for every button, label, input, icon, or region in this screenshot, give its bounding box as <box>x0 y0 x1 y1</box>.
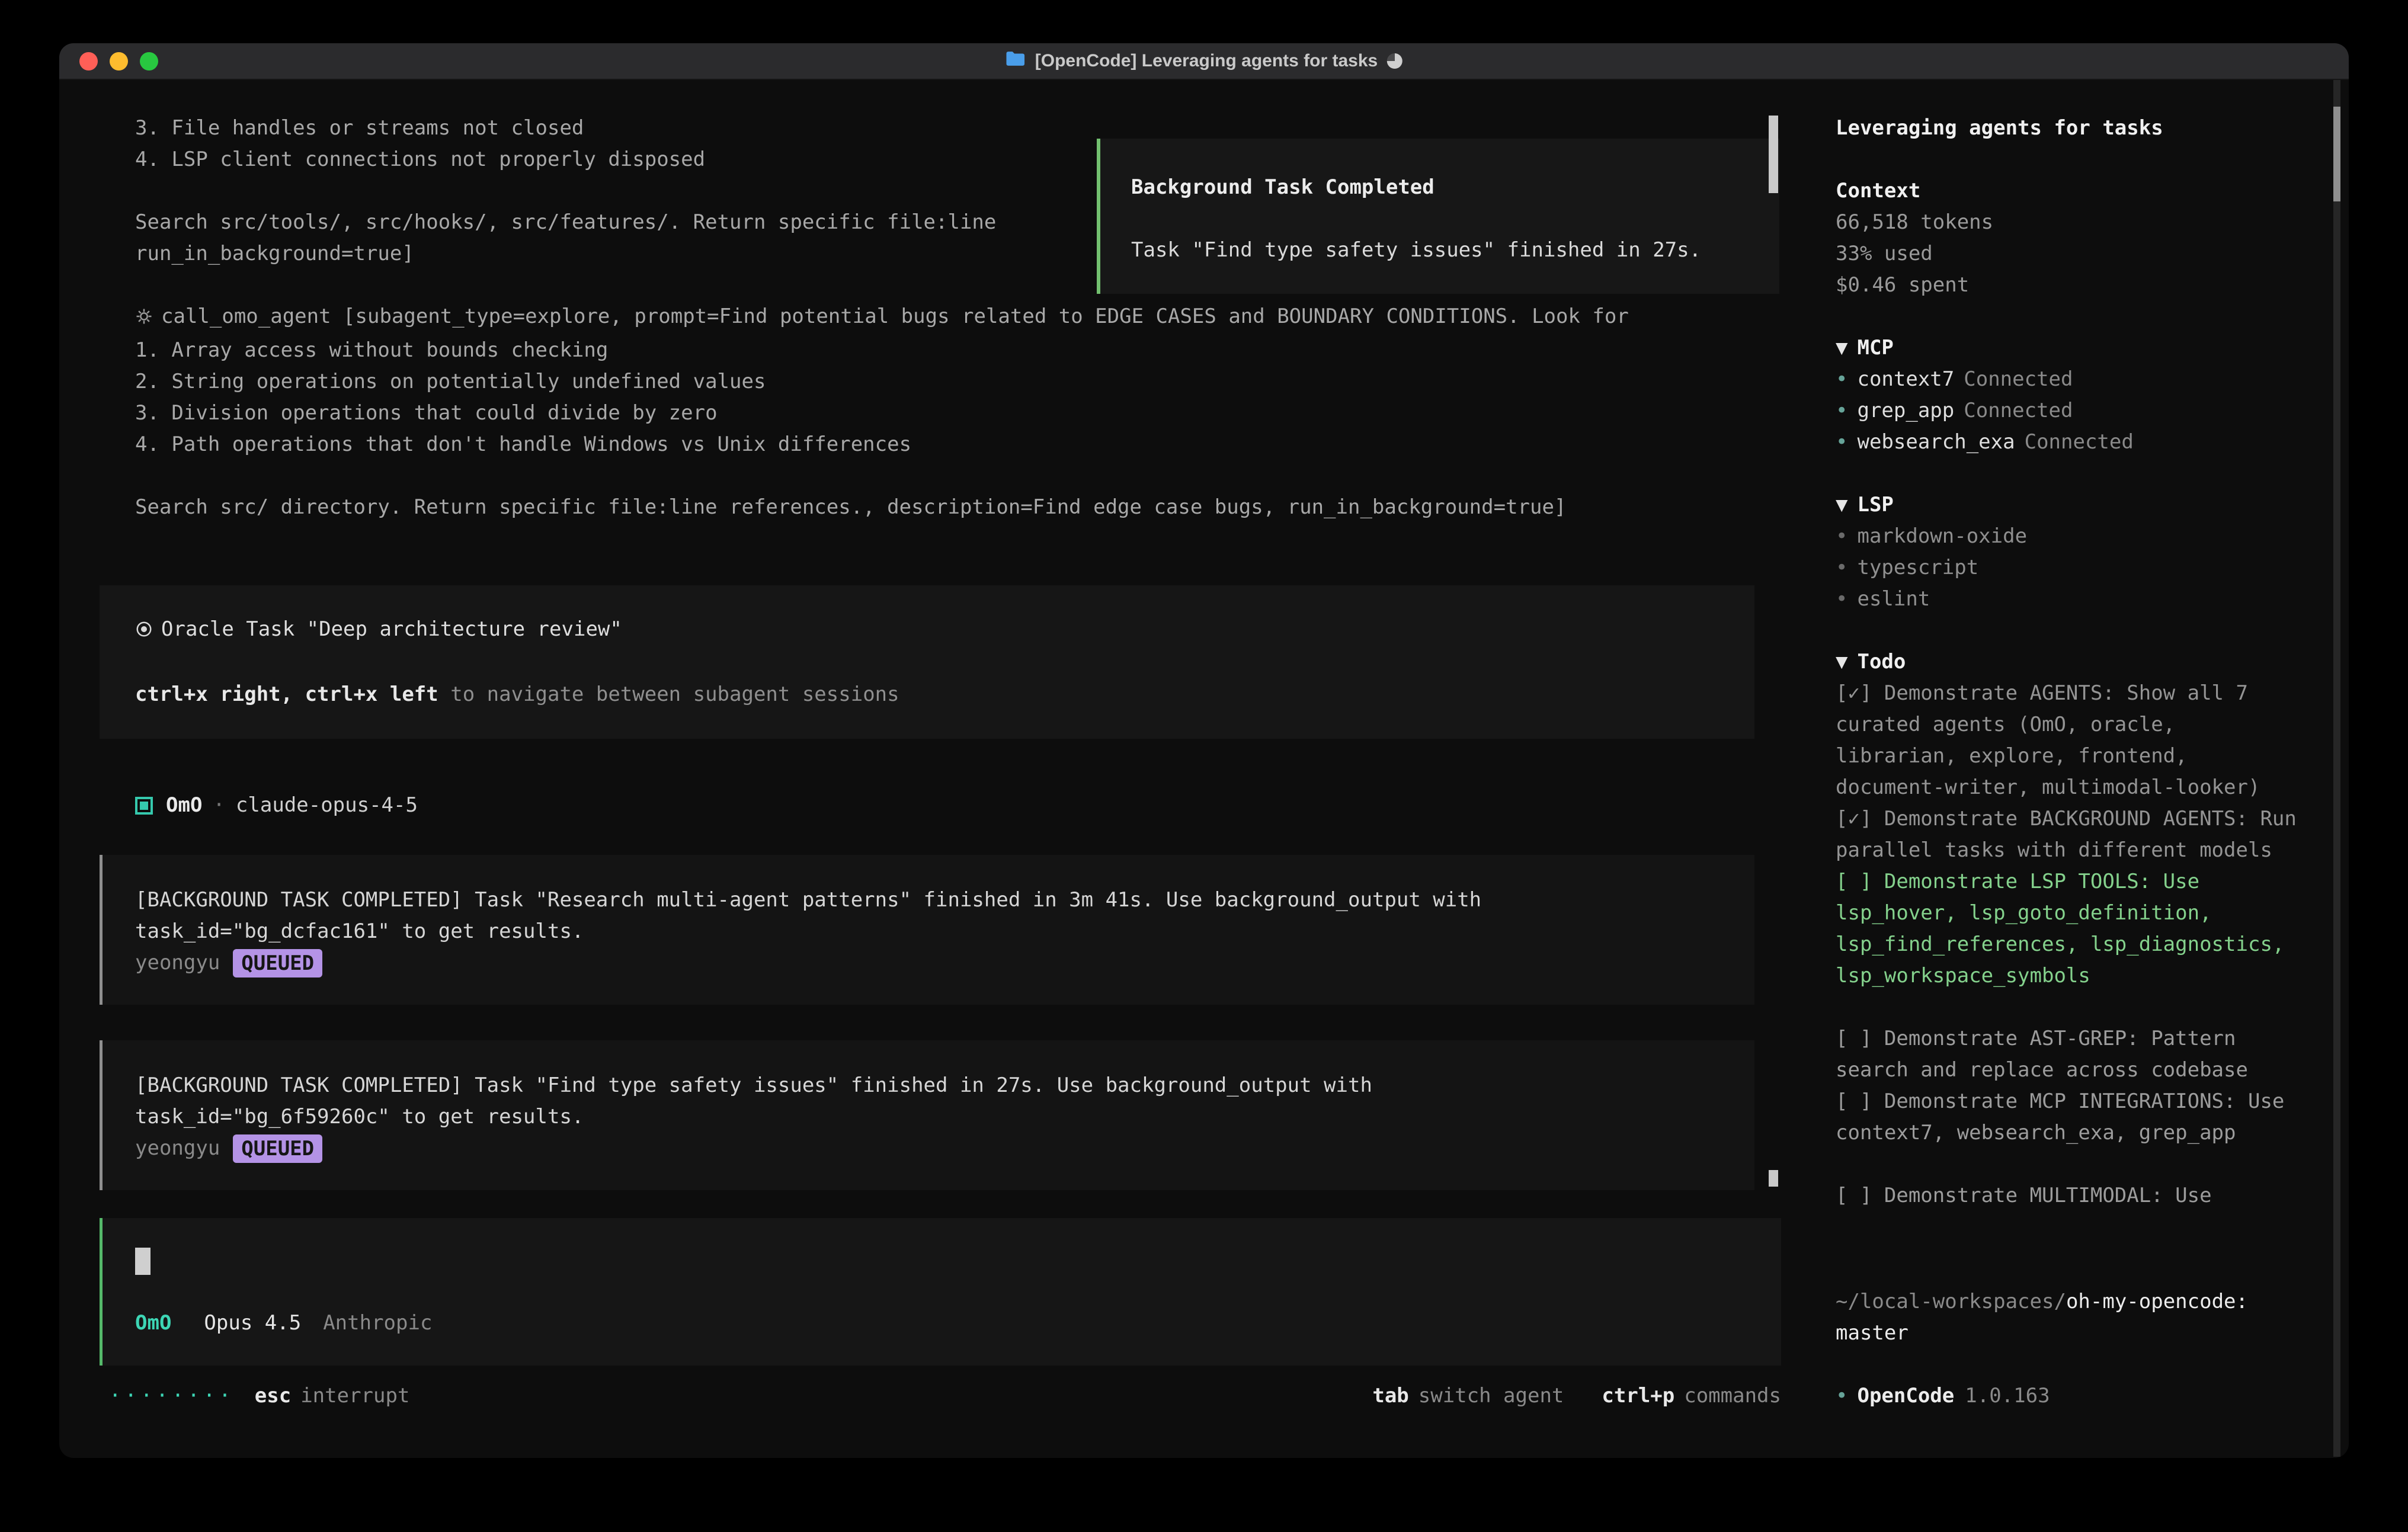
todo-item: [ ] Demonstrate MULTIMODAL: Use <box>1836 1180 2307 1212</box>
todo-item: [✓] Demonstrate AGENTS: Show all 7 curat… <box>1836 678 2307 803</box>
agent-model: claude-opus-4-5 <box>236 790 418 821</box>
zoom-window-button[interactable] <box>140 52 158 70</box>
bullet-icon: • <box>1836 587 1847 611</box>
scrollback-line: 4. Path operations that don't handle Win… <box>59 429 1811 460</box>
tool-call-line: call_omo_agent [subagent_type=explore, p… <box>59 301 1811 335</box>
background-task-message: [BACKGROUND TASK COMPLETED] Task "Resear… <box>100 855 1754 1005</box>
context-used: 33% used <box>1836 238 2307 270</box>
ctrlp-key-label: commands <box>1684 1380 1781 1412</box>
context-tokens: 66,518 tokens <box>1836 207 2307 238</box>
chevron-down-icon: ▼ <box>1836 336 1847 360</box>
ctrlp-key-hint: ctrl+p <box>1602 1380 1674 1412</box>
workspace-dir: ~/local-workspaces/ <box>1836 1290 2066 1313</box>
chevron-down-icon: ▼ <box>1836 493 1847 517</box>
lsp-section-heading: ▼LSP <box>1836 489 2307 521</box>
app-name: OpenCode <box>1857 1380 1954 1412</box>
mcp-section-heading: ▼MCP <box>1836 332 2307 364</box>
todo-item: [ ] Demonstrate LSP TOOLS: Use lsp_hover… <box>1836 866 2307 992</box>
input-agent-name: OmO <box>135 1307 171 1339</box>
chat-main-pane: Background Task Completed Task "Find typ… <box>59 80 1811 1457</box>
session-sidebar: Leveraging agents for tasks Context 66,5… <box>1811 80 2349 1457</box>
window-titlebar[interactable]: [OpenCode] Leveraging agents for tasks <box>59 43 2349 80</box>
gear-icon <box>135 303 153 335</box>
context-heading: Context <box>1836 175 2307 207</box>
spinner-dots-icon: ········ <box>109 1380 235 1412</box>
scrollback-line: 2. String operations on potentially unde… <box>59 366 1811 398</box>
task-message-line: [BACKGROUND TASK COMPLETED] Task "Resear… <box>103 884 1754 916</box>
hint-keys: ctrl+x right, ctrl+x left <box>135 682 438 706</box>
esc-key-label: interrupt <box>300 1380 409 1412</box>
agent-name: OmO <box>166 790 202 821</box>
minimize-window-button[interactable] <box>110 52 128 70</box>
session-title: Leveraging agents for tasks <box>1836 113 2307 144</box>
hint-text: to navigate between subagent sessions <box>438 682 899 706</box>
tab-key-hint: tab <box>1372 1380 1408 1412</box>
input-provider-name: Anthropic <box>323 1307 432 1339</box>
task-user: yeongyu <box>135 947 220 979</box>
agent-session-header: OmO · claude-opus-4-5 <box>59 790 1811 821</box>
task-message-line: task_id="bg_6f59260c" to get results. <box>103 1101 1754 1133</box>
todo-section-heading: ▼Todo <box>1836 646 2307 678</box>
task-message-line: task_id="bg_dcfac161" to get results. <box>103 916 1754 947</box>
notification-body: Task "Find type safety issues" finished … <box>1131 235 1779 266</box>
workspace-repo: oh-my-opencode: <box>2066 1290 2248 1313</box>
scrollback-line: Search src/ directory. Return specific f… <box>59 492 1811 523</box>
window-title-text: [OpenCode] Leveraging agents for tasks <box>1035 51 1378 71</box>
esc-key-hint: esc <box>255 1380 291 1412</box>
timer-icon <box>1387 53 1402 69</box>
subagent-navigation-hint: ctrl+x right, ctrl+x left to navigate be… <box>100 679 1754 710</box>
queued-badge: QUEUED <box>233 1134 322 1163</box>
input-model-name: Opus 4.5 <box>204 1307 301 1339</box>
bullet-icon: • <box>1836 556 1847 579</box>
scrollback-line: 3. Division operations that could divide… <box>59 398 1811 429</box>
status-bar: ········ esc interrupt tab switch agent … <box>59 1380 1811 1412</box>
separator-dot: · <box>213 790 225 821</box>
traffic-lights <box>59 52 158 70</box>
folder-icon <box>1006 50 1026 72</box>
mcp-item: •grep_appConnected <box>1836 395 2307 427</box>
mcp-item: •websearch_exaConnected <box>1836 427 2307 458</box>
todo-item: [✓] Demonstrate BACKGROUND AGENTS: Run p… <box>1836 803 2307 866</box>
workspace-branch: master <box>1836 1318 2307 1349</box>
lsp-item: •markdown-oxide <box>1836 521 2307 552</box>
lsp-item: •typescript <box>1836 552 2307 584</box>
target-icon <box>135 616 153 648</box>
mcp-item: •context7Connected <box>1836 364 2307 395</box>
tool-call-text: call_omo_agent [subagent_type=explore, p… <box>161 305 1629 328</box>
bullet-icon: • <box>1836 399 1847 422</box>
notification-title: Background Task Completed <box>1131 172 1779 203</box>
oracle-task-title: Oracle Task "Deep architecture review" <box>100 614 1754 648</box>
chevron-down-icon: ▼ <box>1836 650 1847 674</box>
sidebar-scrollbar-thumb[interactable] <box>2333 107 2340 201</box>
scrollback-line: 1. Array access without bounds checking <box>59 335 1811 366</box>
terminal-window[interactable]: [OpenCode] Leveraging agents for tasks B… <box>59 43 2349 1458</box>
window-title: [OpenCode] Leveraging agents for tasks <box>1006 50 1402 72</box>
main-scrollbar-thumb[interactable] <box>1769 116 1778 193</box>
agent-checkbox-icon <box>135 797 153 815</box>
lsp-item: •eslint <box>1836 584 2307 615</box>
task-message-line: [BACKGROUND TASK COMPLETED] Task "Find t… <box>103 1070 1754 1101</box>
app-version-number: 1.0.163 <box>1965 1380 2050 1412</box>
notification-toast: Background Task Completed Task "Find typ… <box>1097 139 1779 294</box>
main-scrollbar-thumb-lower[interactable] <box>1769 1170 1778 1187</box>
sidebar-scrollbar-track[interactable] <box>2333 80 2340 1457</box>
app-version: • OpenCode 1.0.163 <box>1836 1380 2307 1412</box>
bullet-icon: • <box>1836 430 1847 454</box>
prompt-input[interactable]: OmO Opus 4.5 Anthropic <box>100 1218 1781 1366</box>
bullet-icon: • <box>1836 1380 1847 1412</box>
text-cursor <box>135 1248 150 1275</box>
queued-badge: QUEUED <box>233 949 322 977</box>
bullet-icon: • <box>1836 367 1847 391</box>
bullet-icon: • <box>1836 524 1847 548</box>
task-user: yeongyu <box>135 1133 220 1164</box>
close-window-button[interactable] <box>79 52 98 70</box>
todo-item: [ ] Demonstrate AST-GREP: Pattern search… <box>1836 1023 2307 1086</box>
tab-key-label: switch agent <box>1418 1380 1564 1412</box>
background-task-message: [BACKGROUND TASK COMPLETED] Task "Find t… <box>100 1040 1754 1190</box>
workspace-path: ~/local-workspaces/oh-my-opencode: maste… <box>1836 1286 2307 1349</box>
context-spent: $0.46 spent <box>1836 270 2307 301</box>
todo-item: [ ] Demonstrate MCP INTEGRATIONS: Use co… <box>1836 1086 2307 1149</box>
input-meta: OmO Opus 4.5 Anthropic <box>103 1307 1781 1339</box>
oracle-task-card: Oracle Task "Deep architecture review" c… <box>100 585 1754 739</box>
